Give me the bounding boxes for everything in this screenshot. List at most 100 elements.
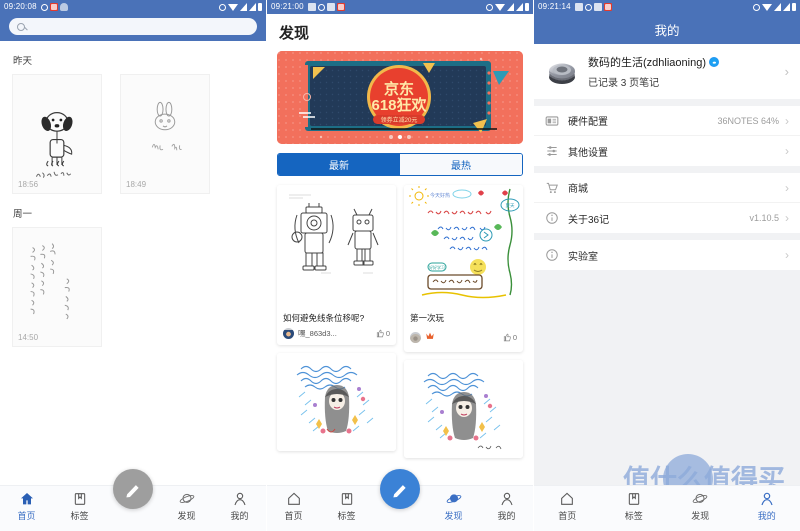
nav-item-home[interactable]: 首页 — [0, 491, 53, 522]
settings-row-other[interactable]: 其他设置 › — [534, 136, 800, 166]
settings-label: 商城 — [568, 184, 588, 195]
note-card[interactable]: 18:56 — [12, 74, 102, 194]
status-bar: 09:21:14 — [534, 0, 800, 14]
profile-subtitle: 已记录 3 页笔记 — [588, 78, 660, 89]
pencil-icon — [392, 484, 406, 497]
device-icon — [545, 115, 559, 126]
like-count-value: 0 — [385, 329, 390, 338]
chevron-right-icon: › — [785, 144, 789, 158]
wifi-icon — [495, 3, 505, 11]
note-timestamp: 14:50 — [18, 333, 39, 342]
cart-icon — [546, 182, 558, 193]
note-card[interactable]: 18:49 — [120, 74, 210, 194]
nav-item-discover[interactable]: 发现 — [160, 491, 213, 522]
signal-icon — [240, 3, 247, 11]
info-icon — [546, 249, 558, 261]
nav-item-home[interactable]: 首页 — [534, 491, 601, 522]
promo-banner-artwork: 京东 618狂欢 领券立减20元 — [277, 51, 523, 144]
section-divider — [534, 99, 800, 106]
wifi-icon — [762, 3, 772, 11]
like-count[interactable]: 0 — [375, 329, 390, 338]
group-title-monday: 周一 — [13, 209, 33, 220]
settings-row-hardware[interactable]: 硬件配置 36NOTES 64% › — [534, 106, 800, 136]
settings-row-store[interactable]: 商城 › — [534, 173, 800, 203]
notes-list: 昨天 18:56 18:49 周一 14:50 — [0, 53, 266, 508]
promo-banner[interactable]: 京东 618狂欢 领券立减20元 — [277, 51, 523, 144]
search-bar-container — [0, 14, 266, 41]
thumbs-up-icon — [376, 329, 384, 338]
nav-label: 首页 — [17, 511, 36, 521]
qq-icon — [603, 3, 612, 11]
nav-item-discover[interactable]: 发现 — [667, 491, 734, 522]
feed-card[interactable]: 如何避免线条位移呢? 嘿_863d3... 0 — [277, 185, 396, 345]
section-divider — [534, 166, 800, 173]
thumbs-up-icon — [503, 333, 511, 341]
tab-latest[interactable]: 最新 — [278, 154, 400, 175]
feed-card-image — [277, 185, 396, 307]
like-count-value: 0 — [512, 332, 517, 342]
nav-item-discover[interactable]: 发现 — [427, 491, 480, 522]
banner-dot-active[interactable] — [398, 135, 402, 139]
feed-card-footer: 0 — [410, 328, 517, 346]
home-icon — [287, 492, 300, 505]
settings-group-1: 硬件配置 36NOTES 64% › 其他设置 › — [534, 106, 800, 166]
home-icon — [20, 493, 33, 505]
alarm-icon — [753, 3, 760, 11]
note-card[interactable]: 14:50 — [12, 227, 102, 347]
group-title-yesterday: 昨天 — [13, 56, 33, 67]
signal-icon — [507, 3, 514, 11]
nav-label: 发现 — [691, 511, 710, 521]
avatar — [545, 54, 579, 89]
compose-fab-button[interactable] — [113, 469, 153, 509]
settings-row-lab[interactable]: 实验室 › — [534, 240, 800, 270]
nav-item-mine[interactable]: 我的 — [734, 491, 800, 522]
pencil-icon — [125, 484, 139, 497]
compose-fab-button[interactable] — [380, 469, 420, 509]
feed-card[interactable] — [277, 353, 396, 451]
chevron-right-icon: › — [785, 113, 789, 128]
banner-dot[interactable] — [389, 135, 393, 139]
gallery-icon — [307, 3, 316, 11]
profile-row[interactable]: 数码的生活(zdhliaoning) 已记录 3 页笔记 › — [534, 44, 800, 99]
nav-label: 首页 — [284, 511, 303, 521]
nav-item-home[interactable]: 首页 — [267, 491, 320, 522]
feed-card-image — [277, 353, 396, 451]
status-left-icons — [307, 3, 345, 11]
avatar-image — [283, 330, 294, 339]
tag-icon — [74, 493, 85, 505]
signal-icon — [516, 3, 523, 11]
colorful-notes-sketch-icon: 今天好热 夏天 好好学习 — [406, 185, 521, 307]
feed-card-title: 如何避免线条位移呢? — [283, 313, 365, 323]
calligraphy-sketch-icon — [30, 243, 70, 320]
alarm-icon — [40, 3, 48, 11]
nav-item-mine[interactable]: 我的 — [480, 491, 533, 522]
info-icon — [546, 212, 558, 224]
feed-card[interactable]: 今天好热 夏天 好好学习 第一次玩 0 — [404, 185, 523, 352]
nav-item-tags[interactable]: 标签 — [320, 491, 373, 522]
avatar — [410, 331, 421, 343]
feed-tabs: 最新 最热 — [277, 153, 523, 176]
panel-mine: 09:21:14 我的 数码的生活(zdhliaoning) 已记录 3 页笔记… — [534, 0, 800, 531]
nav-item-mine[interactable]: 我的 — [213, 491, 266, 522]
search-input[interactable] — [9, 18, 257, 35]
like-count[interactable]: 0 — [502, 333, 517, 342]
status-bar: 09:20:08 — [0, 0, 266, 14]
feed-card-meta: 第一次玩 0 — [404, 307, 523, 352]
banner-dot[interactable] — [407, 135, 411, 139]
feed-card[interactable] — [404, 360, 523, 458]
nav-item-tags[interactable]: 标签 — [53, 491, 106, 522]
section-divider — [534, 270, 800, 277]
settings-row-about[interactable]: 关于36记 v1.10.5 › — [534, 203, 800, 233]
qq-icon — [336, 3, 345, 11]
note-timestamp: 18:56 — [18, 180, 39, 189]
feed-column-left: 如何避免线条位移呢? 嘿_863d3... 0 — [277, 185, 396, 458]
gallery-icon — [593, 3, 602, 11]
feed-card-image: 今天好热 夏天 好好学习 — [404, 185, 523, 307]
tab-hottest[interactable]: 最热 — [400, 154, 522, 175]
panel-home: 09:20:08 昨天 18:56 18:49 周一 14:50 首页 标签 发… — [0, 0, 267, 531]
nav-item-tags[interactable]: 标签 — [601, 491, 668, 522]
battery-icon — [258, 3, 262, 11]
dog-sketch-icon — [36, 112, 73, 178]
weibo-glyph-icon — [709, 58, 718, 66]
signal-icon — [774, 3, 781, 11]
